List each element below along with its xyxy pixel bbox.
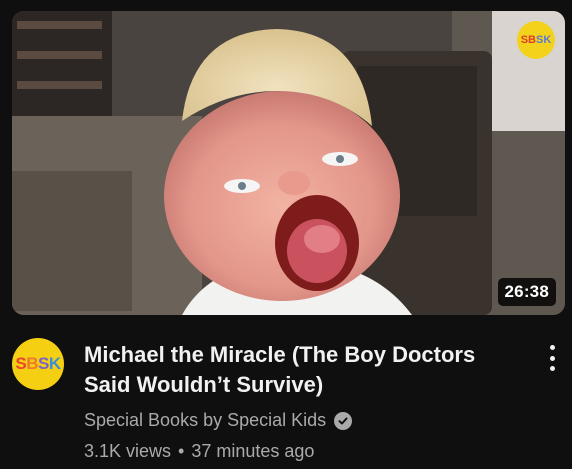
avatar-letter-s2: S (38, 354, 49, 373)
thumbnail-image (12, 11, 565, 315)
view-count: 3.1K views (84, 441, 172, 461)
avatar-letter-b: B (26, 354, 38, 373)
avatar-letter-s: S (15, 354, 27, 373)
video-thumbnail[interactable]: SB SK 26:38 (12, 11, 565, 315)
video-metadata: 3.1K views • 37 minutes ago (84, 441, 314, 462)
video-title[interactable]: Michael the Miracle (The Boy Doctors Sai… (84, 340, 504, 400)
more-vert-icon[interactable] (540, 343, 564, 373)
upload-age: 37 minutes ago (191, 441, 315, 461)
check-circle-icon (334, 411, 353, 430)
avatar-letter-k: K (48, 354, 61, 373)
channel-name-row[interactable]: Special Books by Special Kids (84, 410, 353, 431)
channel-name[interactable]: Special Books by Special Kids (84, 410, 326, 431)
video-duration: 26:38 (497, 278, 556, 306)
channel-avatar[interactable]: SBSK (12, 338, 64, 390)
channel-watermark-icon: SB SK (517, 21, 555, 59)
watermark-letters-1: SB (520, 34, 536, 46)
meta-separator: • (178, 441, 185, 461)
watermark-letters-2: SK (536, 34, 552, 46)
